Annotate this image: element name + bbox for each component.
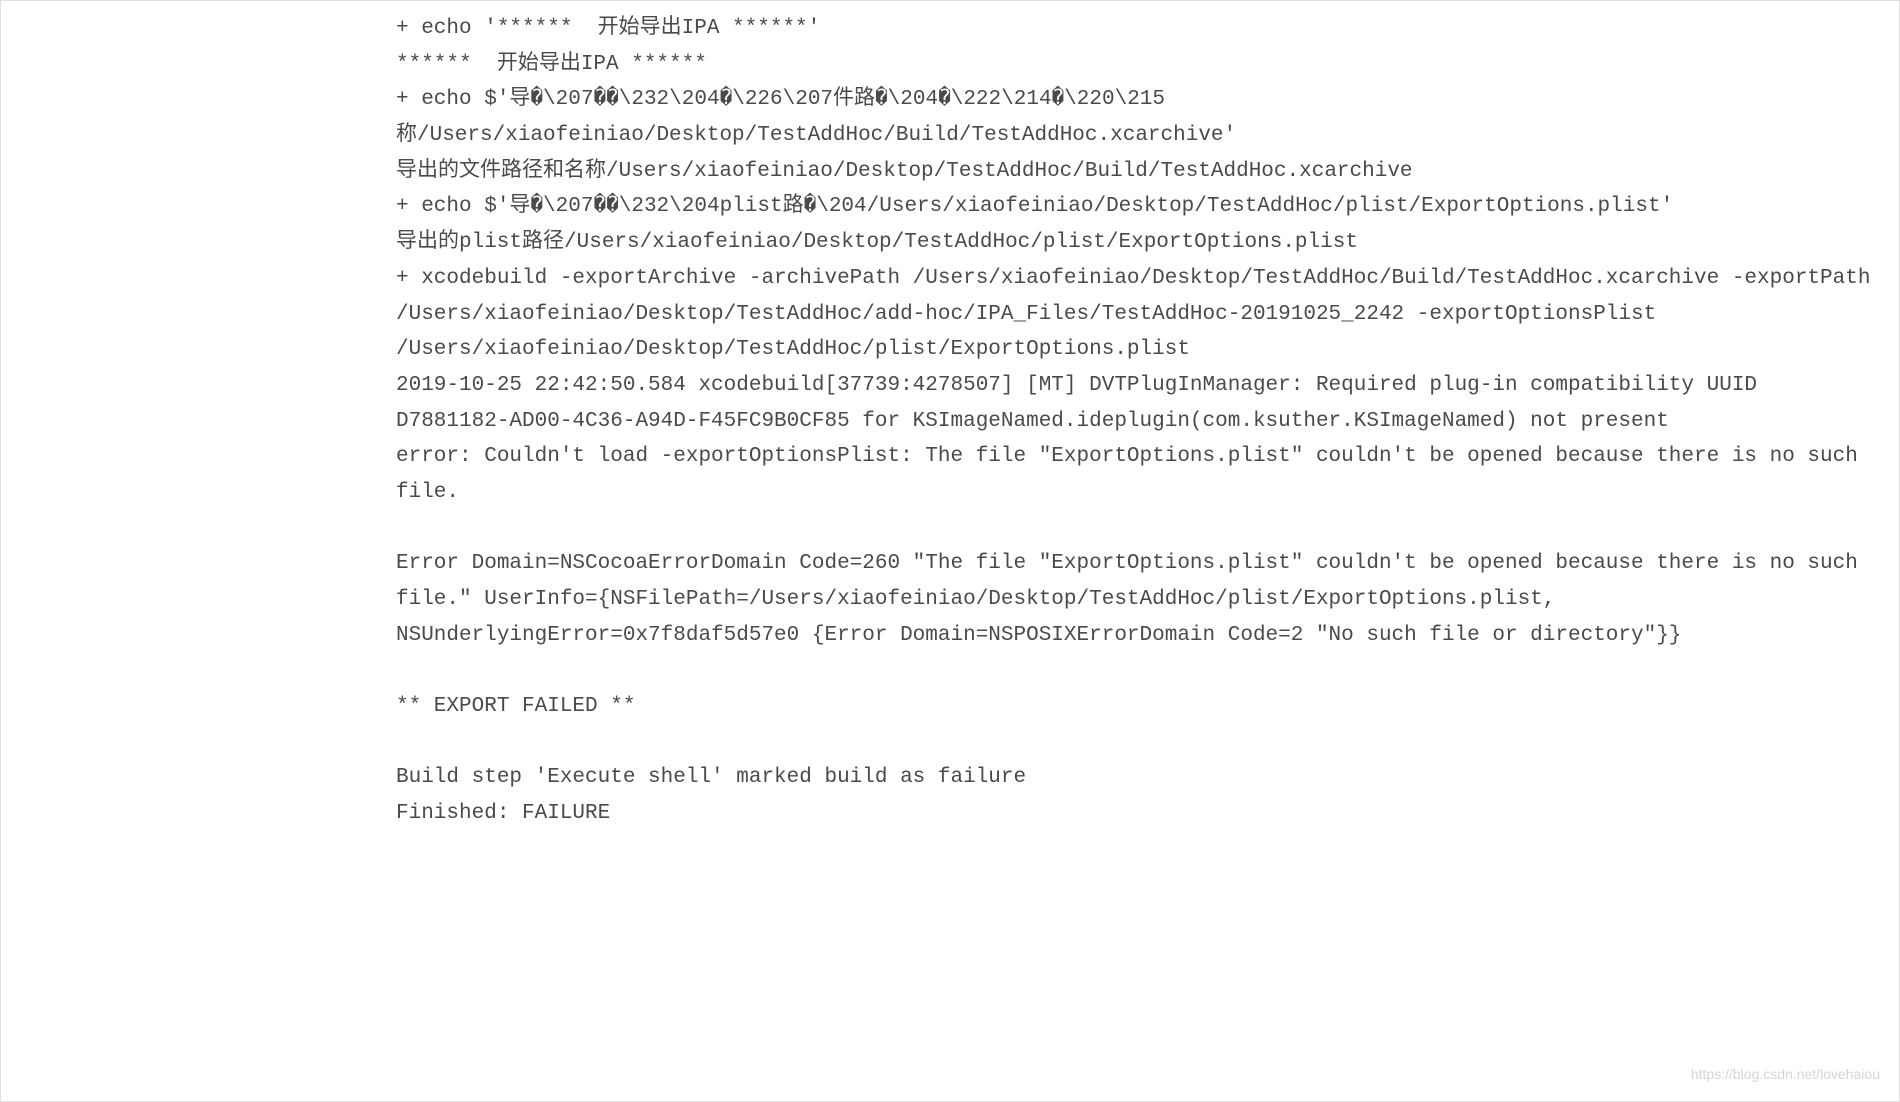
console-output: + echo '****** 开始导出IPA ******' ****** 开始…: [396, 11, 1879, 832]
console-container: + echo '****** 开始导出IPA ******' ****** 开始…: [0, 0, 1900, 1102]
watermark: https://blog.csdn.net/lovehaiou: [1691, 1063, 1880, 1087]
